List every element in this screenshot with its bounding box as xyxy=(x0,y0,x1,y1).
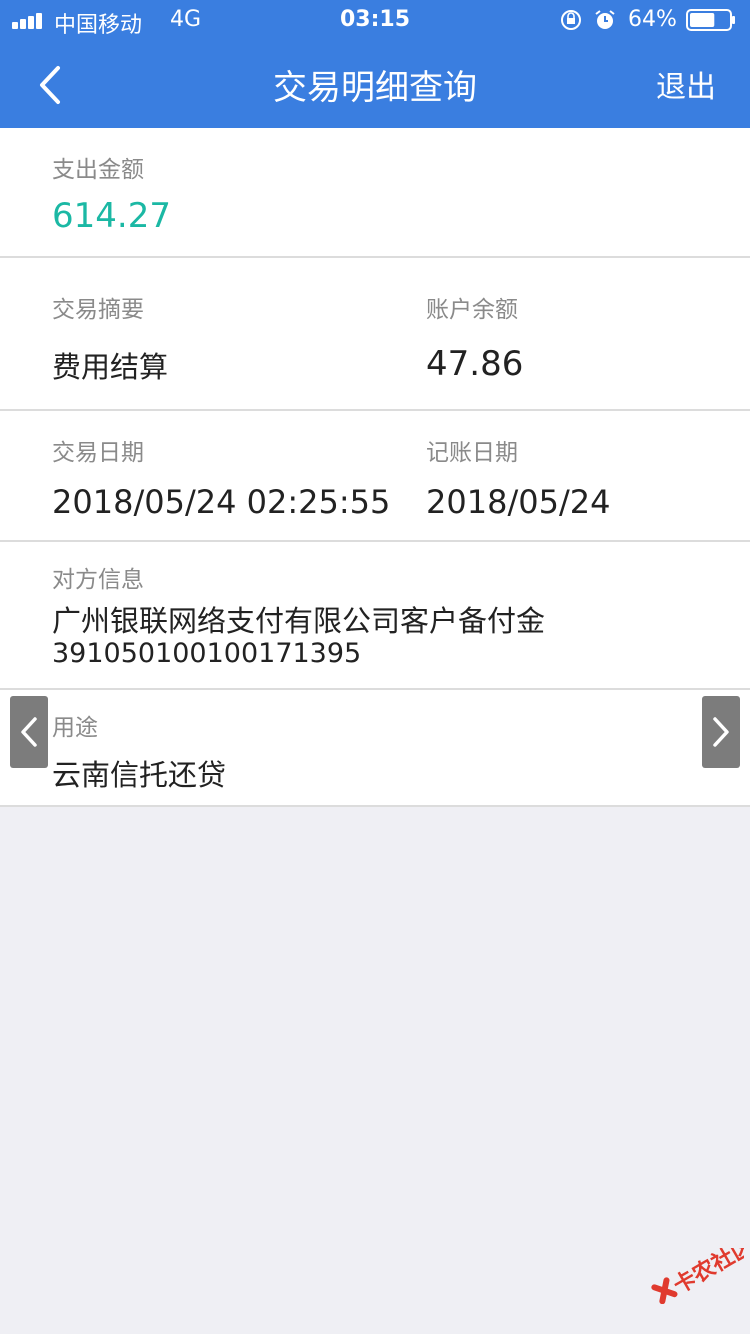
page-title: 交易明细查询 xyxy=(273,68,477,108)
summary-value: 费用结算 xyxy=(52,350,169,384)
community-watermark: 卡农社区 xyxy=(651,1248,744,1304)
purpose-label: 用途 xyxy=(52,715,98,741)
exit-button[interactable]: 退出 xyxy=(656,62,716,106)
balance-label: 账户余额 xyxy=(426,297,518,323)
previous-record-button[interactable] xyxy=(10,696,48,768)
chevron-left-icon xyxy=(21,717,37,747)
transaction-detail-card: 支出金额 614.27 交易摘要 费用结算 账户余额 47.86 交易日期 20… xyxy=(0,128,750,807)
counterparty-name: 广州银联网络支付有限公司客户备付金 xyxy=(52,604,546,638)
counterparty-section: 对方信息 广州银联网络支付有限公司客户备付金 39105010010017139… xyxy=(0,542,750,690)
counterparty-label: 对方信息 xyxy=(52,567,144,593)
trade-date-label: 交易日期 xyxy=(52,440,144,466)
status-bar: 中国移动 4G 03:15 64% xyxy=(0,0,750,40)
watermark-text: 卡农社区 xyxy=(669,1248,744,1299)
purpose-value: 云南信托还贷 xyxy=(52,758,227,792)
balance-value: 47.86 xyxy=(426,344,524,384)
summary-label: 交易摘要 xyxy=(52,297,144,323)
battery-percent: 64% xyxy=(628,7,677,32)
chevron-right-icon xyxy=(713,717,729,747)
app-header: 中国移动 4G 03:15 64% 交易明细查询 退出 xyxy=(0,0,750,128)
purpose-section: 用途 云南信托还贷 xyxy=(0,690,750,807)
amount-section: 支出金额 614.27 xyxy=(0,128,750,258)
dates-section: 交易日期 2018/05/24 02:25:55 记账日期 2018/05/24 xyxy=(0,411,750,542)
battery-icon xyxy=(686,9,735,31)
orientation-lock-icon xyxy=(561,10,581,30)
watermark-logo-icon xyxy=(651,1277,678,1304)
trade-date-value: 2018/05/24 02:25:55 xyxy=(52,483,391,521)
summary-balance-section: 交易摘要 费用结算 账户余额 47.86 xyxy=(0,258,750,411)
amount-value: 614.27 xyxy=(52,196,171,236)
post-date-label: 记账日期 xyxy=(426,440,518,466)
counterparty-account: 391050100100171395 xyxy=(52,638,362,669)
post-date-value: 2018/05/24 xyxy=(426,483,611,521)
alarm-icon xyxy=(595,10,615,29)
next-record-button[interactable] xyxy=(702,696,740,768)
amount-label: 支出金额 xyxy=(52,157,144,183)
